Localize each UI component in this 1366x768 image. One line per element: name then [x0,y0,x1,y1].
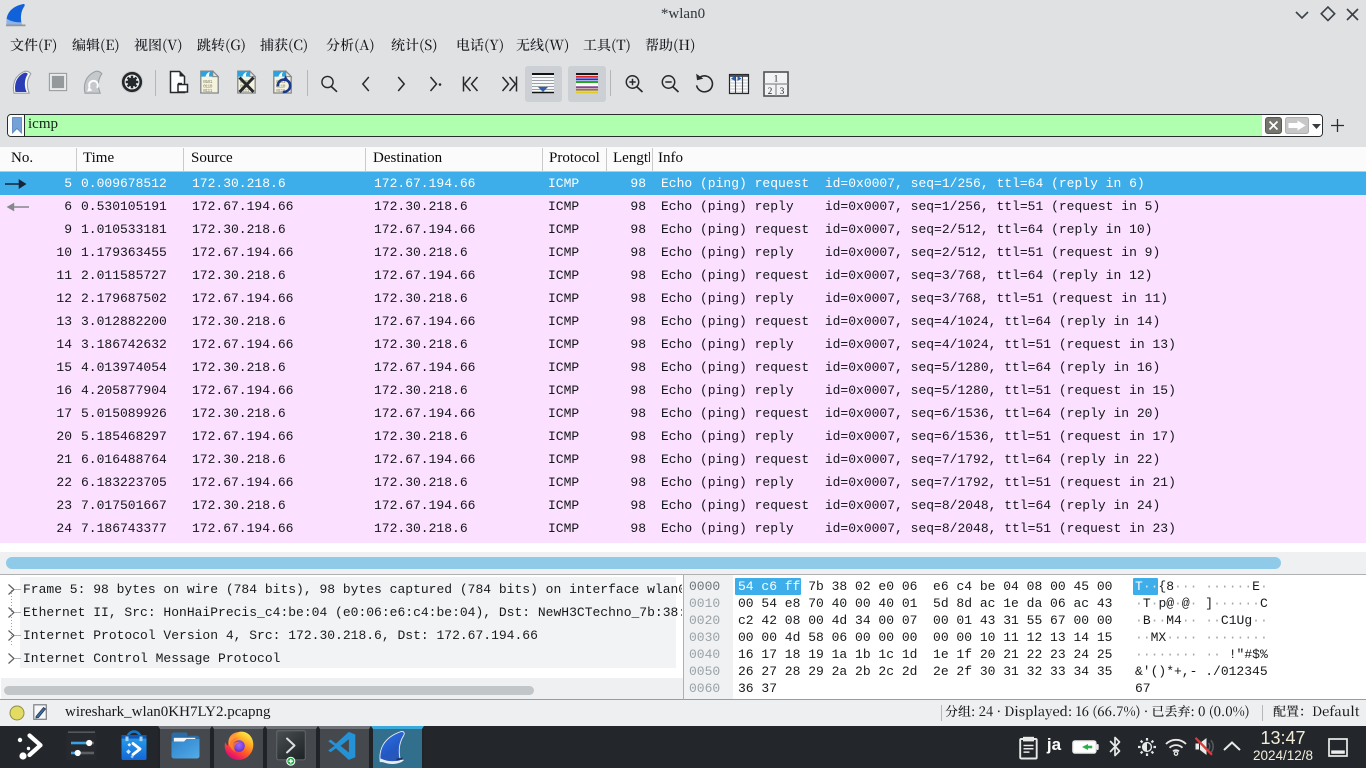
svg-text:2: 2 [768,86,773,96]
svg-text:3: 3 [780,86,785,96]
svg-text:0111: 0111 [203,88,213,94]
svg-text:1: 1 [774,74,779,84]
